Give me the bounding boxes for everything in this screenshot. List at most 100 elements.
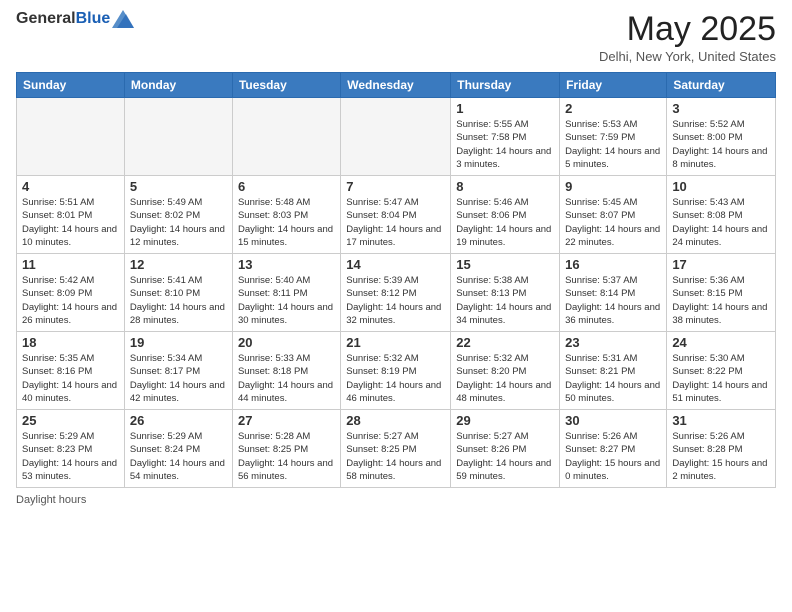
calendar-table: Sunday Monday Tuesday Wednesday Thursday…: [16, 72, 776, 488]
day-info: Sunrise: 5:36 AMSunset: 8:15 PMDaylight:…: [672, 274, 770, 327]
title-area: May 2025 Delhi, New York, United States: [599, 10, 776, 64]
calendar-cell: 6Sunrise: 5:48 AMSunset: 8:03 PMDaylight…: [232, 176, 340, 254]
calendar-header-row: Sunday Monday Tuesday Wednesday Thursday…: [17, 73, 776, 98]
day-info: Sunrise: 5:32 AMSunset: 8:20 PMDaylight:…: [456, 352, 554, 405]
day-number: 1: [456, 101, 554, 116]
day-info: Sunrise: 5:29 AMSunset: 8:24 PMDaylight:…: [130, 430, 227, 483]
day-info: Sunrise: 5:52 AMSunset: 8:00 PMDaylight:…: [672, 118, 770, 171]
calendar-cell: 19Sunrise: 5:34 AMSunset: 8:17 PMDayligh…: [124, 332, 232, 410]
logo-general: General: [16, 10, 76, 28]
day-info: Sunrise: 5:40 AMSunset: 8:11 PMDaylight:…: [238, 274, 335, 327]
calendar-cell: 26 Sunrise: 5:29 AMSunset: 8:24 PMDayligh…: [124, 410, 232, 488]
calendar-cell: 18Sunrise: 5:35 AMSunset: 8:16 PMDayligh…: [17, 332, 125, 410]
calendar-cell: 1 Sunrise: 5:55 AMSunset: 7:58 PMDaylight…: [451, 98, 560, 176]
day-number: 24: [672, 335, 770, 350]
calendar-cell: 17 Sunrise: 5:36 AMSunset: 8:15 PMDayligh…: [667, 254, 776, 332]
calendar-cell: 28Sunrise: 5:27 AMSunset: 8:25 PMDayligh…: [341, 410, 451, 488]
logo: General Blue: [16, 10, 134, 28]
calendar-cell: [124, 98, 232, 176]
day-number: 15: [456, 257, 554, 272]
calendar-cell: 29 Sunrise: 5:27 AMSunset: 8:26 PMDayligh…: [451, 410, 560, 488]
day-info: Sunrise: 5:29 AMSunset: 8:23 PMDaylight:…: [22, 430, 119, 483]
day-info: Sunrise: 5:51 AMSunset: 8:01 PMDaylight:…: [22, 196, 119, 249]
day-info: Sunrise: 5:42 AMSunset: 8:09 PMDaylight:…: [22, 274, 119, 327]
calendar-cell: 13 Sunrise: 5:40 AMSunset: 8:11 PMDayligh…: [232, 254, 340, 332]
calendar-week-5: 25 Sunrise: 5:29 AMSunset: 8:23 PMDayligh…: [17, 410, 776, 488]
day-number: 3: [672, 101, 770, 116]
day-info: Sunrise: 5:30 AMSunset: 8:22 PMDaylight:…: [672, 352, 770, 405]
day-number: 21: [346, 335, 445, 350]
day-info: Sunrise: 5:45 AMSunset: 8:07 PMDaylight:…: [565, 196, 661, 249]
day-info: Sunrise: 5:26 AMSunset: 8:27 PMDaylight:…: [565, 430, 661, 483]
col-friday: Friday: [560, 73, 667, 98]
col-monday: Monday: [124, 73, 232, 98]
day-info: Sunrise: 5:38 AMSunset: 8:13 PMDaylight:…: [456, 274, 554, 327]
calendar-cell: [17, 98, 125, 176]
logo-text: General Blue: [16, 10, 134, 28]
calendar-cell: 11 Sunrise: 5:42 AMSunset: 8:09 PMDayligh…: [17, 254, 125, 332]
day-info: Sunrise: 5:47 AMSunset: 8:04 PMDaylight:…: [346, 196, 445, 249]
day-number: 4: [22, 179, 119, 194]
calendar-cell: 23 Sunrise: 5:31 AMSunset: 8:21 PMDayligh…: [560, 332, 667, 410]
day-info: Sunrise: 5:27 AMSunset: 8:26 PMDaylight:…: [456, 430, 554, 483]
day-number: 5: [130, 179, 227, 194]
col-thursday: Thursday: [451, 73, 560, 98]
day-info: Sunrise: 5:46 AMSunset: 8:06 PMDaylight:…: [456, 196, 554, 249]
footer: Daylight hours: [16, 494, 776, 506]
day-number: 18: [22, 335, 119, 350]
day-number: 10: [672, 179, 770, 194]
calendar-cell: 8 Sunrise: 5:46 AMSunset: 8:06 PMDaylight…: [451, 176, 560, 254]
logo-icon: [112, 10, 134, 28]
day-number: 9: [565, 179, 661, 194]
page: General Blue May 2025 Delhi, New York, U…: [0, 0, 792, 612]
day-number: 11: [22, 257, 119, 272]
day-number: 14: [346, 257, 445, 272]
day-info: Sunrise: 5:53 AMSunset: 7:59 PMDaylight:…: [565, 118, 661, 171]
calendar-week-1: 1 Sunrise: 5:55 AMSunset: 7:58 PMDaylight…: [17, 98, 776, 176]
month-title: May 2025: [599, 10, 776, 49]
day-info: Sunrise: 5:34 AMSunset: 8:17 PMDaylight:…: [130, 352, 227, 405]
day-number: 26: [130, 413, 227, 428]
calendar-cell: 9 Sunrise: 5:45 AMSunset: 8:07 PMDaylight…: [560, 176, 667, 254]
day-info: Sunrise: 5:41 AMSunset: 8:10 PMDaylight:…: [130, 274, 227, 327]
col-wednesday: Wednesday: [341, 73, 451, 98]
calendar-cell: 22 Sunrise: 5:32 AMSunset: 8:20 PMDayligh…: [451, 332, 560, 410]
day-number: 25: [22, 413, 119, 428]
day-number: 23: [565, 335, 661, 350]
calendar-cell: 16 Sunrise: 5:37 AMSunset: 8:14 PMDayligh…: [560, 254, 667, 332]
calendar-cell: 20Sunrise: 5:33 AMSunset: 8:18 PMDayligh…: [232, 332, 340, 410]
day-info: Sunrise: 5:49 AMSunset: 8:02 PMDaylight:…: [130, 196, 227, 249]
calendar-cell: [232, 98, 340, 176]
col-saturday: Saturday: [667, 73, 776, 98]
day-number: 17: [672, 257, 770, 272]
day-info: Sunrise: 5:37 AMSunset: 8:14 PMDaylight:…: [565, 274, 661, 327]
calendar-week-4: 18Sunrise: 5:35 AMSunset: 8:16 PMDayligh…: [17, 332, 776, 410]
day-number: 29: [456, 413, 554, 428]
day-number: 30: [565, 413, 661, 428]
calendar-cell: 12Sunrise: 5:41 AMSunset: 8:10 PMDayligh…: [124, 254, 232, 332]
day-number: 16: [565, 257, 661, 272]
day-info: Sunrise: 5:33 AMSunset: 8:18 PMDaylight:…: [238, 352, 335, 405]
day-info: Sunrise: 5:31 AMSunset: 8:21 PMDaylight:…: [565, 352, 661, 405]
calendar-cell: 27Sunrise: 5:28 AMSunset: 8:25 PMDayligh…: [232, 410, 340, 488]
location: Delhi, New York, United States: [599, 49, 776, 64]
logo-blue: Blue: [76, 10, 111, 28]
day-info: Sunrise: 5:32 AMSunset: 8:19 PMDaylight:…: [346, 352, 445, 405]
day-number: 22: [456, 335, 554, 350]
day-number: 13: [238, 257, 335, 272]
calendar-cell: 30 Sunrise: 5:26 AMSunset: 8:27 PMDayligh…: [560, 410, 667, 488]
day-info: Sunrise: 5:27 AMSunset: 8:25 PMDaylight:…: [346, 430, 445, 483]
day-info: Sunrise: 5:39 AMSunset: 8:12 PMDaylight:…: [346, 274, 445, 327]
col-sunday: Sunday: [17, 73, 125, 98]
daylight-label: Daylight hours: [16, 494, 86, 506]
day-number: 31: [672, 413, 770, 428]
day-info: Sunrise: 5:55 AMSunset: 7:58 PMDaylight:…: [456, 118, 554, 171]
calendar-cell: 10Sunrise: 5:43 AMSunset: 8:08 PMDayligh…: [667, 176, 776, 254]
day-info: Sunrise: 5:26 AMSunset: 8:28 PMDaylight:…: [672, 430, 770, 483]
day-number: 27: [238, 413, 335, 428]
calendar-cell: 4 Sunrise: 5:51 AMSunset: 8:01 PMDaylight…: [17, 176, 125, 254]
day-number: 8: [456, 179, 554, 194]
calendar-cell: 31 Sunrise: 5:26 AMSunset: 8:28 PMDayligh…: [667, 410, 776, 488]
calendar-cell: 21 Sunrise: 5:32 AMSunset: 8:19 PMDayligh…: [341, 332, 451, 410]
calendar-cell: 15 Sunrise: 5:38 AMSunset: 8:13 PMDayligh…: [451, 254, 560, 332]
